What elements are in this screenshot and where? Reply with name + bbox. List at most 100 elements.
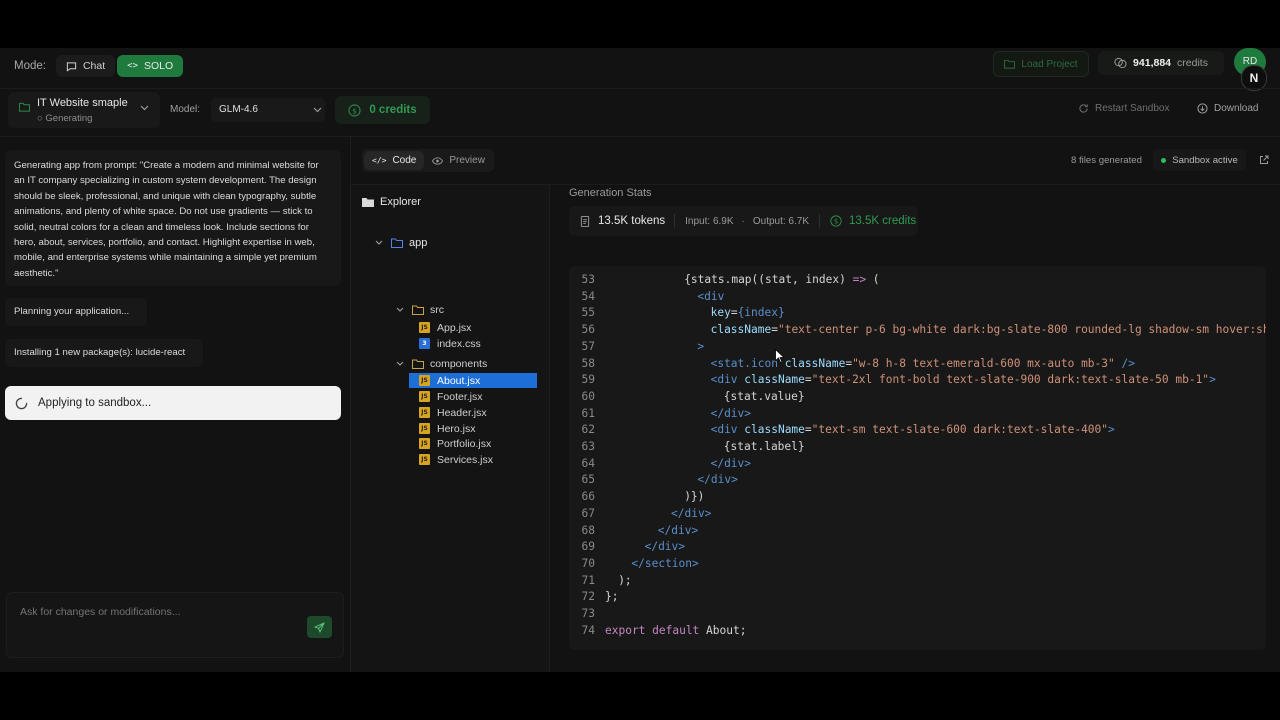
code-line: 72}; [569,589,619,605]
tree-label: Portfolio.jsx [437,437,492,450]
chat-message-text: Installing 1 new package(s): lucide-reac… [14,347,186,358]
line-number: 58 [581,356,595,370]
chat-input-box[interactable] [6,592,344,658]
code-line: 63 {stat.label} [569,439,805,455]
code-token: <div [710,423,745,437]
tree-file-hero-jsx[interactable]: JS Hero.jsx [419,421,476,436]
line-number: 60 [581,389,595,403]
code-line: 60 {stat.value} [569,389,805,405]
download-button[interactable]: Download [1197,103,1258,114]
project-name: IT Website smaple [37,97,128,109]
separator-dot: · [741,215,745,227]
code-token: "text-center p-6 bg-white dark:bg-slate-… [777,323,1266,337]
chat-input[interactable] [18,603,302,621]
model-label: Model: [170,104,201,115]
restart-sandbox-button[interactable]: Restart Sandbox [1078,103,1170,114]
chat-icon [66,61,77,72]
code-token: {stat.value} [723,389,805,403]
code-token: <div [697,289,725,303]
line-number: 64 [581,456,595,470]
tab-preview-label: Preview [449,155,485,166]
tree-folder-components[interactable]: components [396,356,487,371]
code-line: 61 </div> [569,406,752,422]
code-line: 68 </div> [569,523,699,539]
code-line: 53 {stats.map((stat, index) => ( [569,272,880,288]
tree-file-portfolio-jsx[interactable]: JS Portfolio.jsx [419,436,491,451]
line-number: 61 [581,406,595,420]
svg-text:$: $ [352,106,357,115]
line-number: 57 [581,339,595,353]
input-tokens: Input: 6.9K [685,215,734,227]
applying-status: Applying to sandbox... [5,386,341,420]
generation-stats-bar: 13.5K tokens Input: 6.9K · Output: 6.7K … [569,206,918,236]
line-number: 71 [581,573,595,587]
send-icon [314,621,325,633]
code-icon: <> [127,61,138,71]
tree-folder-app[interactable]: app [375,235,427,250]
model-select[interactable]: GLM-4.6 [211,98,325,122]
tree-label: src [430,303,444,316]
divider [0,88,1280,89]
tokens-count: 13.5K tokens [598,215,666,227]
credits-display: 941,884 credits [1098,51,1224,75]
output-tokens: Output: 6.7K [752,215,810,227]
solo-mode-button[interactable]: <> SOLO [117,55,184,77]
explorer-panel: Explorer app src JS App.jsx 3 index.css … [351,185,549,672]
code-token: </div> [671,506,712,520]
code-token: "text-2xl font-bold text-slate-900 dark:… [811,373,1210,387]
code-token: className [744,373,805,387]
folder-icon [19,102,30,112]
code-line: 73 [569,606,605,622]
model-select-value: GLM-4.6 [219,104,258,115]
chat-message: Installing 1 new package(s): lucide-reac… [5,339,203,367]
code-token: "w-8 h-8 text-emerald-600 mx-auto mb-3" [852,356,1115,370]
mouse-cursor-icon [775,349,785,363]
load-project-button[interactable]: Load Project [993,51,1089,77]
external-link-icon[interactable] [1259,155,1269,165]
line-number: 59 [581,373,595,387]
mode-label: Mode: [14,60,46,72]
n-badge-label: N [1249,71,1259,85]
tab-code[interactable]: </> Code [364,151,425,170]
tab-code-label: Code [392,155,417,166]
line-number: 68 [581,523,595,537]
tree-label: index.css [437,337,481,350]
tree-file-services-jsx[interactable]: JS Services.jsx [419,452,493,467]
code-line: 69 </div> [569,539,686,555]
tree-file-app-jsx[interactable]: JS App.jsx [419,320,471,335]
jsx-file-icon: JS [419,407,430,418]
code-line: 57 > [569,339,705,355]
eye-icon [432,156,444,165]
css-file-icon: 3 [419,338,430,349]
line-number: 65 [581,473,595,487]
tab-preview[interactable]: Preview [424,151,493,170]
code-line: 59 <div className="text-2xl font-bold tex… [569,372,1216,388]
tree-folder-src[interactable]: src [396,302,444,317]
sandbox-status-text: Sandbox active [1172,154,1238,166]
code-token: className [744,423,805,437]
jsx-file-icon: JS [419,438,430,449]
folder-icon [362,197,374,207]
chat-mode-button[interactable]: Chat [55,55,116,77]
code-token: </section> [631,556,699,570]
credits-pill-label: 0 credits [369,104,417,116]
tree-file-index-css[interactable]: 3 index.css [419,336,481,351]
folder-icon [412,305,424,315]
tree-file-header-jsx[interactable]: JS Header.jsx [419,405,487,420]
code-token: = [771,323,778,337]
tree-file-about-jsx[interactable]: JS About.jsx [419,373,480,388]
chat-message: Generating app from prompt: "Create a mo… [5,150,341,286]
editor-tabs: </> Code Preview [362,149,494,172]
chat-panel: Generating app from prompt: "Create a mo… [0,137,350,672]
send-button[interactable] [307,616,332,638]
code-token: /> [1114,356,1135,370]
tree-file-footer-jsx[interactable]: JS Footer.jsx [419,389,483,404]
project-selector[interactable]: IT Website smaple ○ Generating [8,92,160,128]
tree-label: App.jsx [437,321,472,334]
line-number: 74 [581,623,595,637]
code-token: </div> [710,456,752,470]
code-token: </div> [644,540,686,554]
line-number: 56 [581,323,595,337]
code-editor[interactable]: 53 {stats.map((stat, index) => (54 <div 55 k… [569,266,1266,650]
generation-stats-title: Generation Stats [569,187,652,199]
